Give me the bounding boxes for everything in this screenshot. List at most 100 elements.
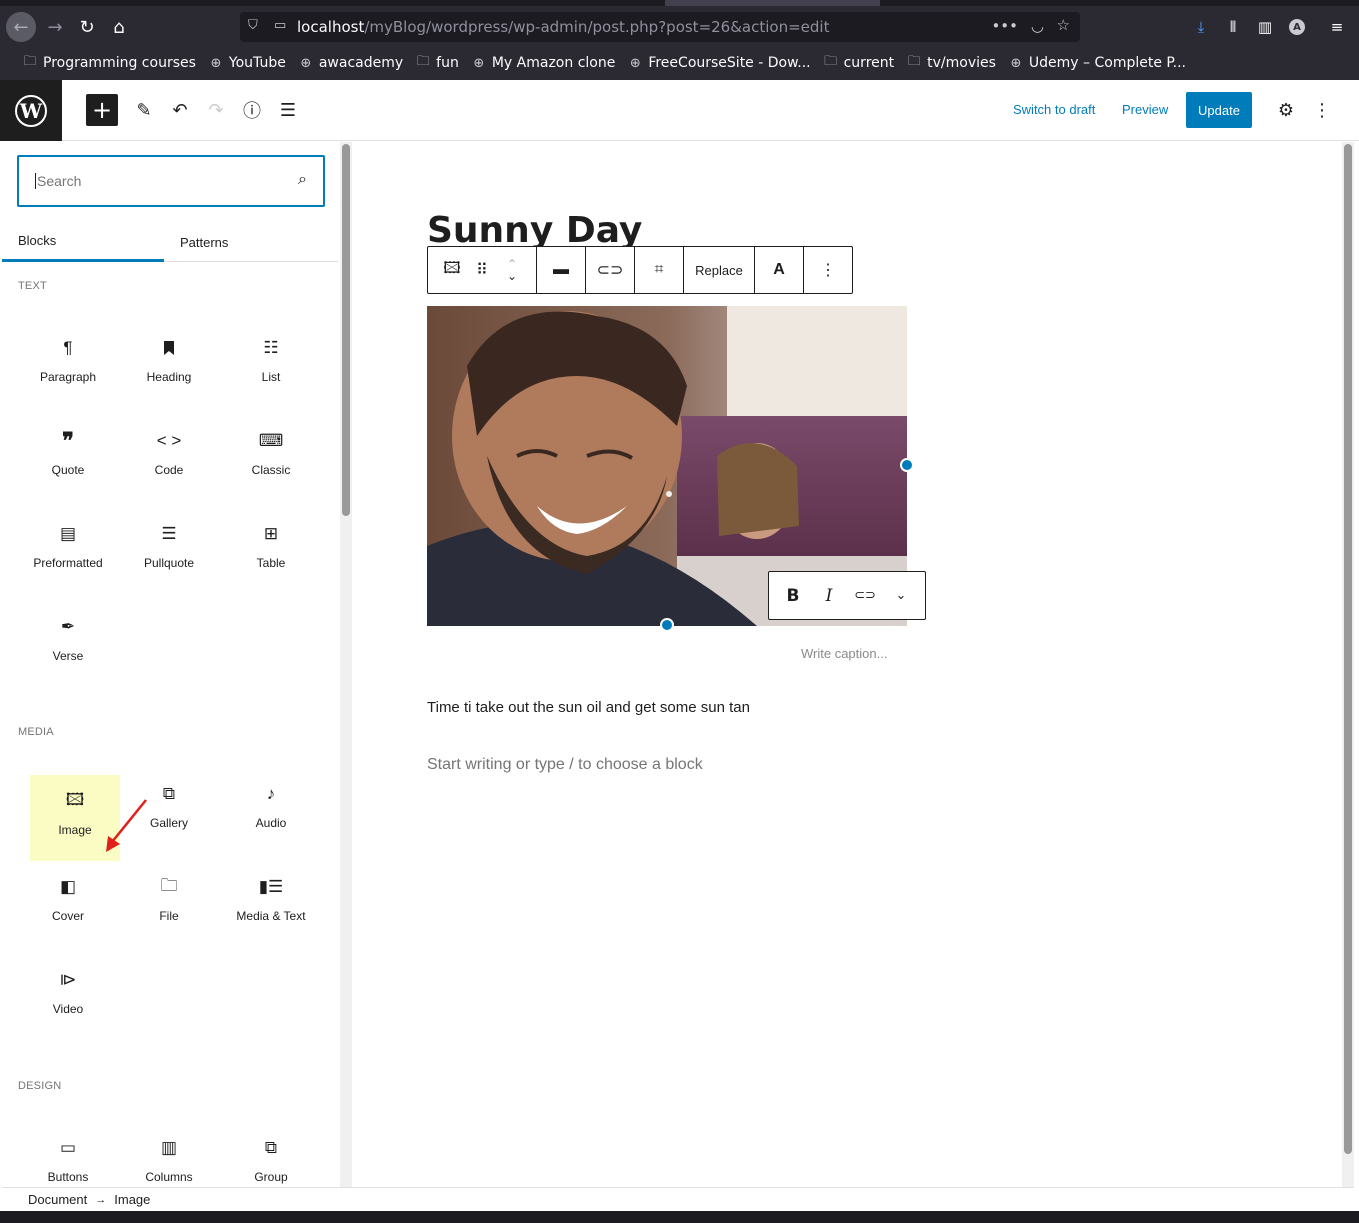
preview-button[interactable]: Preview: [1122, 102, 1168, 117]
crop-icon[interactable]: ⌗: [635, 247, 683, 293]
account-icon[interactable]: A: [1284, 14, 1310, 40]
chevron-down-icon[interactable]: ⌄: [507, 270, 517, 282]
settings-gear-icon[interactable]: ⚙: [1270, 94, 1302, 126]
italic-icon[interactable]: I: [811, 573, 847, 619]
wordpress-logo-icon[interactable]: W: [0, 80, 62, 141]
new-block-placeholder[interactable]: Start writing or type / to choose a bloc…: [427, 756, 703, 774]
menu-icon[interactable]: ≡: [1324, 14, 1350, 40]
undo-icon[interactable]: ↶: [164, 94, 196, 126]
globe-icon: ⊕: [629, 55, 641, 71]
block-file[interactable]: 🗀 File: [124, 861, 214, 947]
url-path: /myBlog/wordpress/wp-admin/post.php?post…: [364, 18, 830, 36]
block-classic[interactable]: ⌨ Classic: [226, 415, 316, 501]
image-caption-input[interactable]: Write caption...: [801, 646, 887, 661]
block-search-input[interactable]: Search ⌕: [17, 155, 325, 207]
search-icon: ⌕: [298, 171, 307, 188]
pullquote-icon: ☰: [161, 524, 177, 543]
sidebar-scrollbar[interactable]: [340, 142, 352, 1187]
block-columns[interactable]: ▥ Columns: [124, 1122, 214, 1187]
bookmark-item[interactable]: ⊕ awacademy: [298, 55, 403, 71]
folder-icon: 🗀: [416, 54, 430, 69]
gallery-icon: ⧉: [162, 784, 176, 803]
switch-to-draft-button[interactable]: Switch to draft: [1013, 102, 1095, 117]
pocket-icon[interactable]: ◡: [1031, 17, 1044, 35]
block-list[interactable]: ☷ List: [226, 322, 316, 408]
options-more-icon[interactable]: ⋮: [1306, 94, 1338, 126]
navigation-bar: ← → ↻ ⌂ ⛉ ▭ localhost/myBlog/wordpress/w…: [0, 8, 1359, 46]
library-icon[interactable]: ⫴: [1220, 14, 1246, 40]
reload-icon[interactable]: ↻: [72, 12, 102, 42]
replace-button[interactable]: Replace: [684, 247, 754, 293]
info-icon[interactable]: ⓘ: [236, 94, 268, 126]
tab-patterns[interactable]: Patterns: [180, 222, 228, 262]
url-bar[interactable]: ⛉ ▭ localhost/myBlog/wordpress/wp-admin/…: [240, 12, 1080, 42]
globe-icon: ⊕: [1010, 55, 1022, 71]
chevron-down-icon[interactable]: ⌄: [883, 573, 919, 619]
block-video[interactable]: ⧐ Video: [23, 954, 113, 1040]
move-up-down-icon[interactable]: ⌃ ⌄: [488, 247, 536, 293]
link-icon[interactable]: ⊂⊃: [847, 573, 883, 619]
bookmark-label: Programming courses: [43, 55, 196, 71]
align-icon[interactable]: ▬: [537, 247, 585, 293]
block-label: Group: [254, 1170, 288, 1184]
editor-scrollbar-thumb[interactable]: [1344, 144, 1352, 1154]
redo-icon[interactable]: ↷: [200, 94, 232, 126]
block-paragraph[interactable]: ¶ Paragraph: [23, 322, 113, 408]
drag-handle-icon[interactable]: ⠿: [476, 247, 488, 293]
active-tab[interactable]: [665, 0, 880, 6]
download-icon[interactable]: ⤓: [1188, 14, 1214, 40]
breadcrumb-document[interactable]: Document: [28, 1192, 87, 1207]
block-media-text[interactable]: ▮☰ Media & Text: [226, 861, 316, 947]
bold-icon[interactable]: B: [775, 573, 811, 619]
tab-blocks[interactable]: Blocks: [2, 222, 164, 262]
sidebar-scrollbar-thumb[interactable]: [342, 144, 350, 516]
more-options-icon[interactable]: ⋮: [804, 247, 852, 293]
bookmark-item[interactable]: 🗀 current: [823, 54, 894, 71]
breadcrumb-image[interactable]: Image: [114, 1192, 150, 1207]
bookmark-item[interactable]: 🗀 tv/movies: [906, 54, 996, 71]
text-overlay-button[interactable]: A: [755, 247, 803, 293]
inserter-tabs: Blocks Patterns: [2, 222, 338, 262]
block-audio[interactable]: ♪ Audio: [226, 768, 316, 854]
home-icon[interactable]: ⌂: [104, 12, 134, 42]
block-code[interactable]: < > Code: [124, 415, 214, 501]
bookmarks-bar: 🗀 Programming courses ⊕ YouTube ⊕ awacademy…: [0, 48, 1359, 78]
block-label: Quote: [51, 463, 85, 477]
annotation-arrow-icon: [106, 799, 147, 852]
block-cover[interactable]: ◧ Cover: [23, 861, 113, 947]
block-table[interactable]: ⊞ Table: [226, 508, 316, 594]
more-actions-icon[interactable]: •••: [991, 17, 1018, 35]
bookmark-item[interactable]: 🗀 Programming courses: [22, 54, 196, 71]
shield-icon[interactable]: ⛉: [248, 18, 258, 33]
paragraph-block[interactable]: Time ti take out the sun oil and get som…: [427, 699, 750, 716]
back-icon[interactable]: ←: [6, 12, 36, 42]
forward-icon[interactable]: →: [40, 12, 70, 42]
bookmark-item[interactable]: ⊕ YouTube: [208, 55, 285, 71]
block-group[interactable]: ⧉ Group: [226, 1122, 316, 1187]
bookmark-label: My Amazon clone: [491, 55, 616, 71]
block-verse[interactable]: ✒ Verse: [23, 601, 113, 687]
block-heading[interactable]: Heading: [124, 322, 214, 408]
block-quote[interactable]: ❞ Quote: [23, 415, 113, 501]
toolbar-group-more: ⋮: [804, 247, 852, 293]
bookmark-item[interactable]: ⊕ My Amazon clone: [471, 55, 615, 71]
image-icon[interactable]: 🖾: [428, 247, 476, 293]
resize-handle-right[interactable]: [900, 458, 914, 472]
bookmark-item[interactable]: ⊕ FreeCourseSite - Dow...: [627, 55, 811, 71]
bookmark-item[interactable]: 🗀 fun: [415, 54, 459, 71]
wordpress-editor: W + ✎ ↶ ↷ ⓘ ☰ Switch to draft Preview Up…: [0, 80, 1359, 1211]
editor-scrollbar[interactable]: [1342, 142, 1354, 1187]
link-icon[interactable]: ⊂⊃: [586, 247, 634, 293]
sidebar-toggle-icon[interactable]: ▥: [1252, 14, 1278, 40]
edit-tools-icon[interactable]: ✎: [128, 94, 160, 126]
list-view-icon[interactable]: ☰: [272, 94, 304, 126]
block-buttons[interactable]: ▭ Buttons: [23, 1122, 113, 1187]
resize-handle-bottom[interactable]: [660, 618, 674, 632]
add-block-icon[interactable]: +: [86, 94, 118, 126]
block-preformatted[interactable]: ▤ Preformatted: [23, 508, 113, 594]
update-button[interactable]: Update: [1186, 92, 1252, 128]
block-pullquote[interactable]: ☰ Pullquote: [124, 508, 214, 594]
bookmark-star-icon[interactable]: ☆: [1057, 16, 1070, 34]
post-title[interactable]: Sunny Day: [427, 210, 642, 251]
bookmark-item[interactable]: ⊕ Udemy – Complete P...: [1008, 55, 1186, 71]
